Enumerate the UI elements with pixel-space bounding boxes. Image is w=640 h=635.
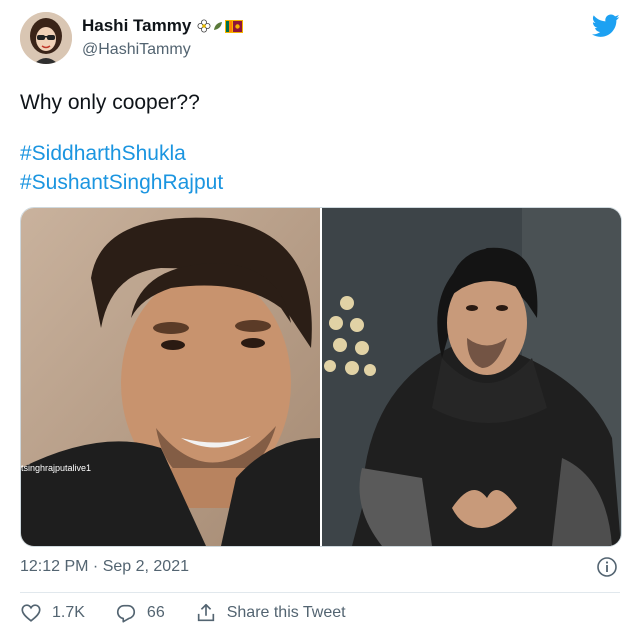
info-icon[interactable]: [596, 556, 618, 578]
share-icon: [197, 603, 214, 622]
reply-count: 66: [146, 604, 165, 621]
hashtags: #SiddharthShukla #SushantSinghRajput: [20, 139, 223, 197]
tweet-actions: 1.7K 66 Share this Tweet: [20, 602, 376, 624]
reply-button[interactable]: 66: [115, 602, 165, 624]
share-label: Share this Tweet: [226, 604, 346, 621]
user-handle[interactable]: @HashiTammy: [82, 41, 191, 59]
hashtag-link[interactable]: #SiddharthShukla: [20, 139, 223, 168]
heart-icon: [21, 604, 41, 622]
avatar[interactable]: [20, 12, 72, 64]
display-name[interactable]: Hashi Tammy: [82, 16, 191, 36]
tweet-media[interactable]: tsinghrajputalive1: [20, 207, 622, 547]
divider: [20, 592, 620, 593]
leaf-icon: [214, 22, 223, 30]
photo-right[interactable]: [322, 208, 621, 546]
hashtag-link[interactable]: #SushantSinghRajput: [20, 168, 223, 197]
tweet-card: Hashi Tammy @HashiTammy Why only cooper?…: [0, 0, 640, 635]
flower-icon: [197, 19, 211, 33]
avatar-cartoon-icon: [20, 12, 72, 64]
photo-watermark: tsinghrajputalive1: [21, 463, 92, 473]
like-button[interactable]: 1.7K: [20, 602, 85, 624]
name-emojis: [197, 19, 244, 33]
name-row: Hashi Tammy: [82, 16, 244, 36]
tweet-timestamp[interactable]: 12:12 PM · Sep 2, 2021: [20, 558, 189, 576]
like-count: 1.7K: [52, 604, 85, 621]
sri-lanka-flag-icon: [225, 19, 244, 33]
share-button[interactable]: Share this Tweet: [195, 602, 346, 624]
twitter-logo-icon[interactable]: [592, 14, 620, 38]
reply-icon: [116, 604, 135, 623]
photo-left[interactable]: [21, 208, 320, 546]
tweet-text: Why only cooper??: [20, 91, 200, 114]
